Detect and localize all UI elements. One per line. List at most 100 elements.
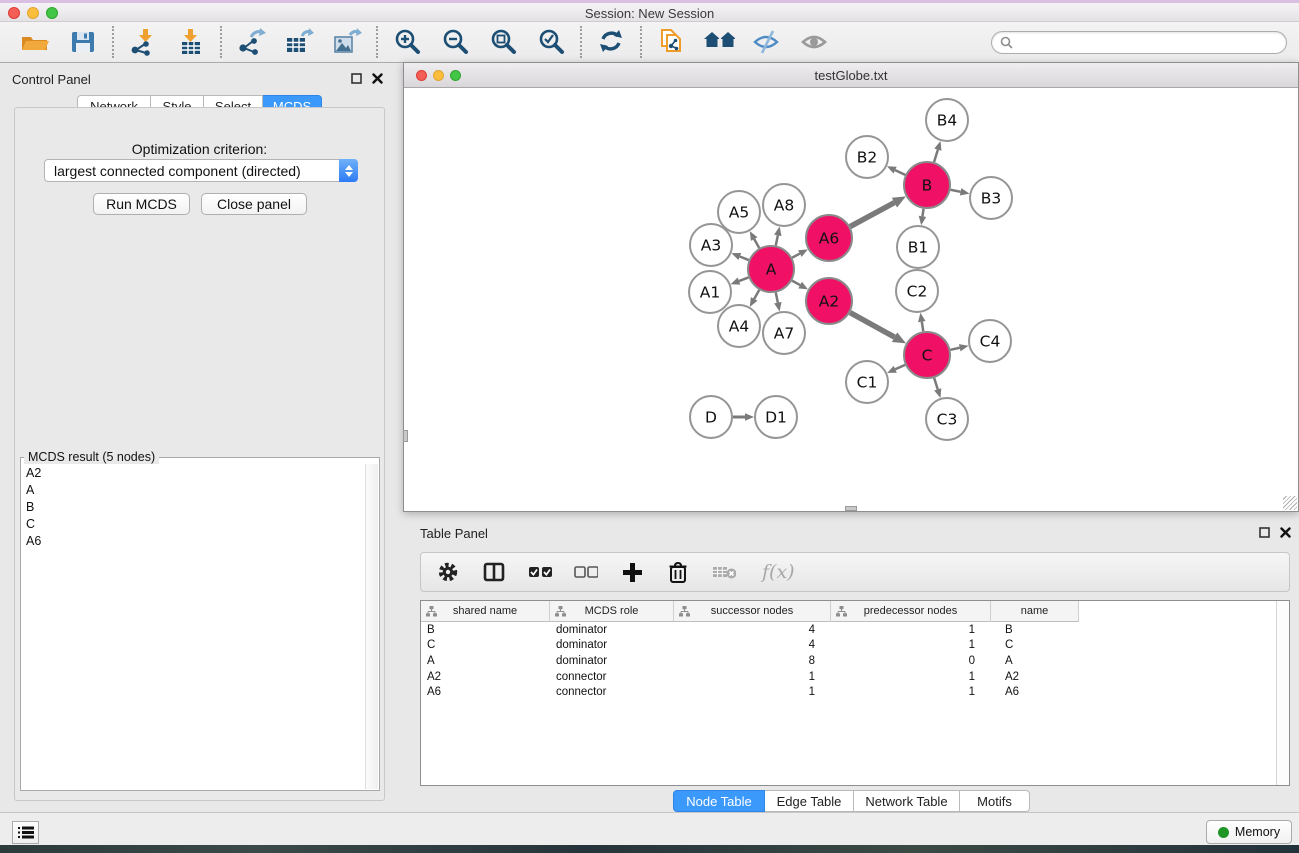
show-columns-button[interactable]: [482, 557, 506, 587]
edge-A-A2[interactable]: [792, 281, 800, 285]
show-all-button[interactable]: [799, 27, 831, 57]
edge-A-A1[interactable]: [739, 277, 749, 281]
zoom-out-button[interactable]: [439, 27, 471, 57]
graph-node-c3[interactable]: C3: [926, 398, 968, 440]
tab-network-table[interactable]: Network Table: [854, 790, 960, 812]
edge-A-A8[interactable]: [776, 235, 778, 245]
graph-node-a5[interactable]: A5: [718, 191, 760, 233]
save-session-button[interactable]: [67, 27, 99, 57]
table-scrollbar[interactable]: [1276, 601, 1289, 785]
graph-node-a7[interactable]: A7: [763, 312, 805, 354]
edge-B-B3[interactable]: [951, 190, 961, 192]
table-row-b[interactable]: Bdominator41B: [421, 622, 1275, 638]
first-neighbors-button[interactable]: [703, 27, 735, 57]
column-header-shared-name[interactable]: shared name: [421, 601, 550, 622]
graph-node-d1[interactable]: D1: [755, 396, 797, 438]
optimization-criterion-dropdown[interactable]: largest connected component (directed): [44, 159, 358, 182]
graph-node-a3[interactable]: A3: [690, 224, 732, 266]
function-builder-button[interactable]: f(x): [758, 557, 804, 587]
edge-C-C4[interactable]: [950, 348, 959, 350]
float-panel-icon[interactable]: [351, 73, 362, 84]
export-network-button[interactable]: [235, 27, 267, 57]
graph-node-a1[interactable]: A1: [689, 271, 731, 313]
edge-A-A7[interactable]: [776, 293, 778, 303]
graph-node-d[interactable]: D: [690, 396, 732, 438]
export-table-button[interactable]: [283, 27, 315, 57]
zoom-in-button[interactable]: [391, 27, 423, 57]
network-canvas[interactable]: B4 B2 B B3 A5A8A6 B1 A3 A A1 C2 A2 A4A7 C4 C C1 C3 D D1: [404, 89, 1298, 511]
close-panel-button[interactable]: Close panel: [201, 193, 307, 215]
graph-node-a2[interactable]: A2: [806, 278, 852, 324]
table-row-a[interactable]: Adominator80A: [421, 653, 1275, 669]
export-image-button[interactable]: [331, 27, 363, 57]
select-all-button[interactable]: [528, 557, 552, 587]
run-mcds-button[interactable]: Run MCDS: [93, 193, 190, 215]
resize-grip[interactable]: [1283, 496, 1297, 510]
result-item-b[interactable]: B: [22, 498, 365, 515]
edge-A-A3[interactable]: [740, 257, 749, 261]
table-row-c[interactable]: Cdominator41C: [421, 638, 1275, 654]
edge-B-B4[interactable]: [934, 150, 938, 162]
edge-A-A6[interactable]: [792, 254, 800, 258]
column-header-MCDS-role[interactable]: MCDS role: [550, 601, 674, 622]
graph-node-b3[interactable]: B3: [970, 177, 1012, 219]
graph-node-c1[interactable]: C1: [846, 361, 888, 403]
edge-C-C1[interactable]: [895, 365, 905, 369]
table-row-a2[interactable]: A2connector11A2: [421, 669, 1275, 685]
result-item-a6[interactable]: A6: [22, 532, 365, 549]
table-row-a6[interactable]: A6connector11A6: [421, 684, 1275, 700]
delete-column-button[interactable]: [666, 557, 690, 587]
result-item-a[interactable]: A: [22, 481, 365, 498]
float-panel-icon[interactable]: [1259, 527, 1270, 538]
mcds-result-list[interactable]: A2ABCA6: [22, 464, 365, 789]
duplicate-network-button[interactable]: [655, 27, 687, 57]
graph-node-b4[interactable]: B4: [926, 99, 968, 141]
column-header-successor-nodes[interactable]: successor nodes: [674, 601, 831, 622]
result-item-c[interactable]: C: [22, 515, 365, 532]
import-table-button[interactable]: [175, 27, 207, 57]
add-column-button[interactable]: [620, 557, 644, 587]
deselect-all-button[interactable]: [574, 557, 598, 587]
edge-B-B1[interactable]: [922, 209, 923, 217]
graph-node-a[interactable]: A: [748, 246, 794, 292]
graph-node-b2[interactable]: B2: [846, 136, 888, 178]
edge-A-A5[interactable]: [754, 239, 759, 248]
tab-edge-table[interactable]: Edge Table: [765, 790, 854, 812]
graph-node-a8[interactable]: A8: [763, 184, 805, 226]
graph-node-a4[interactable]: A4: [718, 305, 760, 347]
graph-node-c[interactable]: C: [904, 332, 950, 378]
import-network-button[interactable]: [127, 27, 159, 57]
graph-node-c2[interactable]: C2: [896, 270, 938, 312]
graph-node-b[interactable]: B: [904, 162, 950, 208]
table-settings-button[interactable]: [436, 557, 460, 587]
graph-node-a6[interactable]: A6: [806, 215, 852, 261]
vertical-scrollbar-thumb[interactable]: [403, 430, 408, 442]
hide-selected-button[interactable]: [751, 27, 783, 57]
node-table[interactable]: shared nameMCDS rolesuccessor nodesprede…: [420, 600, 1290, 786]
edge-A6-B[interactable]: [850, 203, 894, 227]
edge-C-C3[interactable]: [934, 378, 938, 390]
graph-node-c4[interactable]: C4: [969, 320, 1011, 362]
edge-C-C2[interactable]: [922, 322, 924, 332]
memory-button[interactable]: Memory: [1206, 820, 1292, 844]
edge-A2-C[interactable]: [850, 313, 895, 338]
result-scrollbar[interactable]: [365, 464, 378, 789]
refresh-button[interactable]: [595, 27, 627, 57]
network-window-titlebar[interactable]: testGlobe.txt: [404, 63, 1298, 88]
edge-A-A4[interactable]: [754, 290, 759, 299]
column-header-predecessor-nodes[interactable]: predecessor nodes: [831, 601, 991, 622]
search-box[interactable]: [991, 31, 1287, 54]
result-item-a2[interactable]: A2: [22, 464, 365, 481]
column-header-name[interactable]: name: [991, 601, 1079, 622]
zoom-selected-button[interactable]: [535, 27, 567, 57]
zoom-fit-button[interactable]: [487, 27, 519, 57]
search-input[interactable]: [1018, 35, 1278, 49]
graph-node-b1[interactable]: B1: [897, 226, 939, 268]
delete-table-button[interactable]: [712, 557, 736, 587]
open-file-button[interactable]: [19, 27, 51, 57]
close-panel-icon[interactable]: [1280, 527, 1291, 538]
tab-node-table[interactable]: Node Table: [673, 790, 765, 812]
horizontal-scrollbar-thumb[interactable]: [845, 506, 857, 511]
show-panels-button[interactable]: [12, 821, 39, 844]
edge-B-B2[interactable]: [895, 170, 905, 175]
